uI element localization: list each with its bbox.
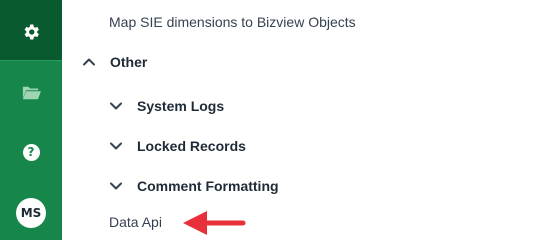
settings-nav-button[interactable]: [0, 2, 62, 62]
other-group-label: Other: [110, 54, 148, 70]
comment-formatting-toggle[interactable]: Comment Formatting: [109, 176, 279, 196]
other-group-toggle[interactable]: Other: [82, 52, 147, 72]
locked-records-toggle[interactable]: Locked Records: [109, 136, 246, 156]
user-menu-button[interactable]: MS: [0, 183, 62, 243]
chevron-down-icon: [110, 182, 122, 190]
chevron-down-icon: [110, 102, 122, 110]
folder-icon: [22, 86, 41, 100]
rail-divider: [0, 60, 62, 61]
data-api-link[interactable]: Data Api: [109, 212, 162, 232]
help-icon: ?: [22, 143, 40, 161]
chevron-down-icon: [110, 142, 122, 150]
settings-menu: Map SIE dimensions to Bizview Objects Ot…: [62, 0, 546, 240]
map-sie-dimensions-label: Map SIE dimensions to Bizview Objects: [109, 14, 356, 30]
avatar-initials: MS: [20, 206, 42, 220]
gear-icon: [24, 24, 39, 40]
files-nav-button[interactable]: [0, 63, 62, 123]
chevron-up-icon: [83, 58, 95, 66]
sidebar-rail: ? MS: [0, 0, 62, 240]
red-arrow-icon: [183, 211, 246, 235]
avatar: MS: [16, 198, 46, 228]
map-sie-dimensions-link[interactable]: Map SIE dimensions to Bizview Objects: [109, 12, 356, 32]
system-logs-label: System Logs: [137, 98, 225, 114]
locked-records-label: Locked Records: [137, 138, 246, 154]
help-nav-button[interactable]: ?: [0, 122, 62, 182]
system-logs-toggle[interactable]: System Logs: [109, 96, 224, 116]
comment-formatting-label: Comment Formatting: [137, 178, 279, 194]
data-api-label: Data Api: [109, 214, 162, 230]
help-glyph: ?: [27, 145, 35, 159]
